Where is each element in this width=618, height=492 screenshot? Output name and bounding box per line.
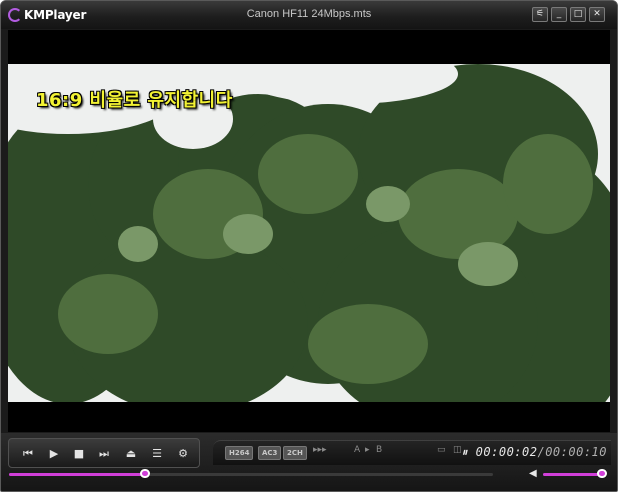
repeat-arrow-icon: ▸ — [365, 445, 370, 455]
repeat-a-label[interactable]: A — [354, 445, 360, 455]
minimize-button[interactable]: _ — [551, 7, 567, 22]
volume-slider[interactable] — [543, 469, 607, 478]
repeat-b-label[interactable]: B — [376, 445, 382, 455]
title-bar[interactable]: KMPlayer Canon HF11 24Mbps.mts ⚟ _ □ ✕ — [1, 1, 617, 29]
current-time: 00:00:02 — [475, 445, 538, 459]
previous-icon[interactable]: ⏮ — [19, 445, 37, 463]
play-icon[interactable]: ▶ — [45, 445, 63, 463]
seek-handle[interactable] — [139, 469, 150, 478]
media-info-strip: H264 AC3 2CH ▸▸▸ A ▸ B ▭ ◫ ⏸ 00:00:02/00… — [213, 440, 611, 465]
maximize-button[interactable]: □ — [570, 7, 586, 22]
kmplayer-window: KMPlayer Canon HF11 24Mbps.mts ⚟ _ □ ✕ 1… — [0, 0, 618, 492]
video-frame[interactable]: 16:9 비율로 유지합니다 — [8, 30, 610, 432]
subtitle-icon[interactable]: ▭ — [437, 445, 446, 455]
audio-channels-badge: 2CH — [283, 446, 307, 460]
stop-icon[interactable]: ■ — [70, 445, 88, 463]
capture-icon[interactable]: ◫ — [453, 445, 462, 455]
settings-gear-icon[interactable]: ⚙ — [174, 445, 192, 463]
volume-speaker-icon[interactable]: ◀ — [529, 468, 537, 479]
seek-bar[interactable] — [9, 469, 493, 478]
close-button[interactable]: ✕ — [589, 7, 605, 22]
eject-icon[interactable]: ⏏ — [122, 445, 140, 463]
control-bar: ⏮ ▶ ■ ⏭ ⏏ ☰ ⚙ H264 AC3 2CH ▸▸▸ A ▸ B ▭ ◫… — [1, 433, 617, 491]
seek-progress-fill — [9, 473, 145, 476]
speed-arrows-icon[interactable]: ▸▸▸ — [313, 445, 327, 455]
playback-button-panel: ⏮ ▶ ■ ⏭ ⏏ ☰ ⚙ — [8, 438, 200, 468]
playlist-icon[interactable]: ☰ — [148, 445, 166, 463]
volume-level-fill — [543, 473, 602, 476]
osd-message: 16:9 비율로 유지합니다 — [36, 90, 233, 111]
video-scene-trees — [8, 64, 610, 402]
pause-indicator-icon: ⏸ — [461, 445, 468, 459]
skin-settings-button[interactable]: ⚟ — [532, 7, 548, 22]
video-codec-badge: H264 — [225, 446, 254, 460]
time-display[interactable]: ⏸ 00:00:02/00:00:10 — [461, 445, 607, 460]
video-display[interactable]: 16:9 비율로 유지합니다 — [8, 64, 610, 402]
volume-handle[interactable] — [596, 469, 607, 478]
total-time: 00:00:10 — [545, 445, 607, 459]
audio-codec-badge: AC3 — [258, 446, 282, 460]
window-controls: ⚟ _ □ ✕ — [532, 7, 605, 22]
window-title: Canon HF11 24Mbps.mts — [246, 8, 372, 20]
next-icon[interactable]: ⏭ — [95, 445, 113, 463]
